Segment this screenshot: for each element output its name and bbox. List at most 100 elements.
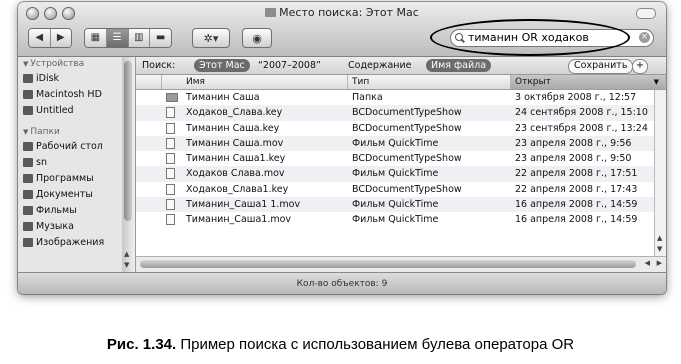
file-row[interactable]: Ходаков_Слава.key BCDocumentTypeShow 24 се… — [136, 105, 666, 121]
file-row[interactable]: Тиманин_Саша1.mov Фильм QuickTime 16 апрел… — [136, 212, 666, 227]
scope-this-mac-button[interactable]: Этот Mac — [194, 59, 250, 72]
column-view-button[interactable]: ▥ — [128, 29, 151, 47]
search-input[interactable]: тиманин OR ходаков — [450, 29, 654, 47]
file-kind: Фильм QuickTime — [352, 137, 439, 149]
sidebar-item-movies[interactable]: Фильмы — [18, 203, 122, 219]
scroll-down-icon[interactable]: ▼ — [657, 245, 662, 253]
file-row[interactable]: Тиманин Саша1.key BCDocumentTypeShow 23 ап… — [136, 151, 666, 166]
file-opened: 24 сентября 2008 г., 15:10 — [515, 107, 648, 119]
toolbar-toggle-button[interactable] — [636, 8, 656, 19]
sidebar-item-applications[interactable]: Программы — [18, 171, 122, 187]
file-row[interactable]: Тиманин Саша.key BCDocumentTypeShow 23 сен… — [136, 121, 666, 136]
column-header-opened[interactable]: Открыт ▼ — [511, 75, 666, 89]
sidebar-scrollbar[interactable]: ▲ ▼ — [122, 57, 136, 272]
sidebar-item-documents[interactable]: Документы — [18, 187, 122, 203]
back-forward-control: ◀ ▶ — [28, 28, 72, 48]
idisk-icon — [23, 74, 33, 83]
quicklook-button[interactable]: ◉ — [242, 28, 272, 48]
file-row[interactable]: Тиманин_Саша1 1.mov Фильм QuickTime 16 апр… — [136, 197, 666, 213]
home-icon — [23, 158, 33, 167]
file-name: Тиманин Саша.mov — [186, 137, 284, 149]
results-vertical-scrollbar[interactable]: ▲ ▼ — [654, 90, 666, 256]
back-button[interactable]: ◀ — [29, 29, 51, 47]
forward-button[interactable]: ▶ — [50, 29, 71, 47]
sidebar-item-untitled[interactable]: Untitled — [18, 103, 122, 119]
desktop-icon — [23, 142, 33, 151]
status-bar: Кол-во объектов: 9 — [18, 272, 666, 294]
results-horizontal-scrollbar[interactable]: ◀ ▶ — [136, 256, 666, 272]
save-search-button[interactable]: Сохранить — [568, 59, 634, 74]
clear-search-icon[interactable]: × — [639, 32, 650, 43]
sidebar-item-music[interactable]: Музыка — [18, 219, 122, 235]
file-name: Ходаков_Слава1.key — [186, 183, 289, 195]
document-icon — [166, 107, 175, 119]
file-kind: BCDocumentTypeShow — [352, 183, 462, 195]
scope-folder-button[interactable]: “2007–2008” — [258, 57, 321, 74]
document-icon — [166, 122, 175, 134]
file-list: Тиманин Саша Папка 3 октября 2008 г., 12:5… — [136, 90, 666, 228]
view-mode-control: ▦ ☰ ▥ ▬ — [84, 28, 172, 48]
file-name: Тиманин Саша.key — [186, 122, 280, 134]
file-name: Ходаков_Слава.key — [186, 107, 283, 119]
movie-icon — [166, 214, 175, 226]
sidebar-header-devices[interactable]: ▼ Устройства — [18, 57, 122, 71]
column-header-spacer — [136, 75, 162, 89]
file-opened: 23 сентября 2008 г., 13:24 — [515, 122, 648, 134]
sidebar-item-idisk[interactable]: iDisk — [18, 71, 122, 87]
hard-disk-icon — [23, 90, 33, 99]
movies-icon — [23, 206, 33, 215]
file-row[interactable]: Тиманин Саша.mov Фильм QuickTime 23 апреля… — [136, 135, 666, 152]
scroll-down-icon[interactable]: ▼ — [124, 261, 129, 269]
scroll-up-icon[interactable]: ▲ — [124, 250, 129, 258]
file-kind: Папка — [352, 92, 383, 103]
file-row[interactable]: Ходаков Слава.mov Фильм QuickTime 22 апрел… — [136, 166, 666, 182]
sidebar-header-places[interactable]: ▼ Папки — [18, 125, 122, 139]
file-kind: BCDocumentTypeShow — [352, 153, 462, 165]
file-kind: Фильм QuickTime — [352, 168, 439, 180]
movie-icon — [166, 168, 175, 180]
file-row[interactable]: Тиманин Саша Папка 3 октября 2008 г., 12:5… — [136, 90, 666, 105]
add-criteria-button[interactable]: + — [632, 59, 648, 74]
document-icon — [166, 183, 175, 195]
sidebar-item-home[interactable]: sn — [18, 155, 122, 171]
scroll-up-icon[interactable]: ▲ — [657, 234, 662, 242]
list-view-button[interactable]: ☰ — [106, 29, 129, 47]
scroll-left-icon[interactable]: ◀ — [645, 259, 650, 267]
file-opened: 16 апреля 2008 г., 14:59 — [515, 214, 638, 226]
content-search-button[interactable]: Содержание — [348, 57, 412, 74]
column-header-name[interactable]: Имя — [162, 75, 348, 89]
sidebar-item-macintosh-hd[interactable]: Macintosh HD — [18, 87, 122, 103]
results-pane: Поиск: Этот Mac “2007–2008” Содержание И… — [136, 57, 666, 272]
file-opened: 16 апреля 2008 г., 14:59 — [515, 199, 638, 211]
icon-view-button[interactable]: ▦ — [85, 29, 107, 47]
file-opened: 22 апреля 2008 г., 17:43 — [515, 183, 638, 195]
action-menu-button[interactable]: ✲▾ — [192, 28, 230, 48]
file-opened: 3 октября 2008 г., 12:57 — [515, 92, 637, 103]
music-icon — [23, 222, 33, 231]
scroll-right-icon[interactable]: ▶ — [657, 259, 662, 267]
caption-label: Рис. 1.34. — [106, 336, 177, 353]
horizontal-scroll-thumb[interactable] — [140, 260, 636, 268]
file-kind: Фильм QuickTime — [352, 199, 439, 211]
disclosure-triangle-icon[interactable]: ▼ — [23, 60, 28, 68]
sidebar-item-pictures[interactable]: Изображения — [18, 235, 122, 251]
file-kind: BCDocumentTypeShow — [352, 107, 462, 119]
file-name: Тиманин Саша — [186, 92, 260, 103]
file-opened: 23 апреля 2008 г., 9:50 — [515, 153, 632, 165]
file-opened: 22 апреля 2008 г., 17:51 — [515, 168, 638, 180]
column-header-kind[interactable]: Тип — [348, 75, 511, 89]
documents-icon — [23, 190, 33, 199]
search-scope-label: Поиск: — [142, 60, 176, 71]
applications-icon — [23, 174, 33, 183]
folder-icon — [166, 93, 178, 102]
filename-search-button[interactable]: Имя файла — [426, 59, 492, 72]
search-scope-bar: Поиск: Этот Mac “2007–2008” Содержание И… — [136, 57, 666, 75]
sidebar-scroll-thumb[interactable] — [124, 61, 132, 221]
disclosure-triangle-icon[interactable]: ▼ — [23, 128, 28, 136]
file-row[interactable]: Ходаков_Слава1.key BCDocumentTypeShow 22 а… — [136, 182, 666, 197]
sidebar-item-desktop[interactable]: Рабочий стол — [18, 139, 122, 155]
figure-caption: Рис. 1.34. Пример поиска с использование… — [0, 336, 681, 353]
coverflow-view-button[interactable]: ▬ — [150, 29, 171, 47]
search-box: тиманин OR ходаков × — [444, 26, 656, 50]
folder-icon — [265, 8, 277, 17]
